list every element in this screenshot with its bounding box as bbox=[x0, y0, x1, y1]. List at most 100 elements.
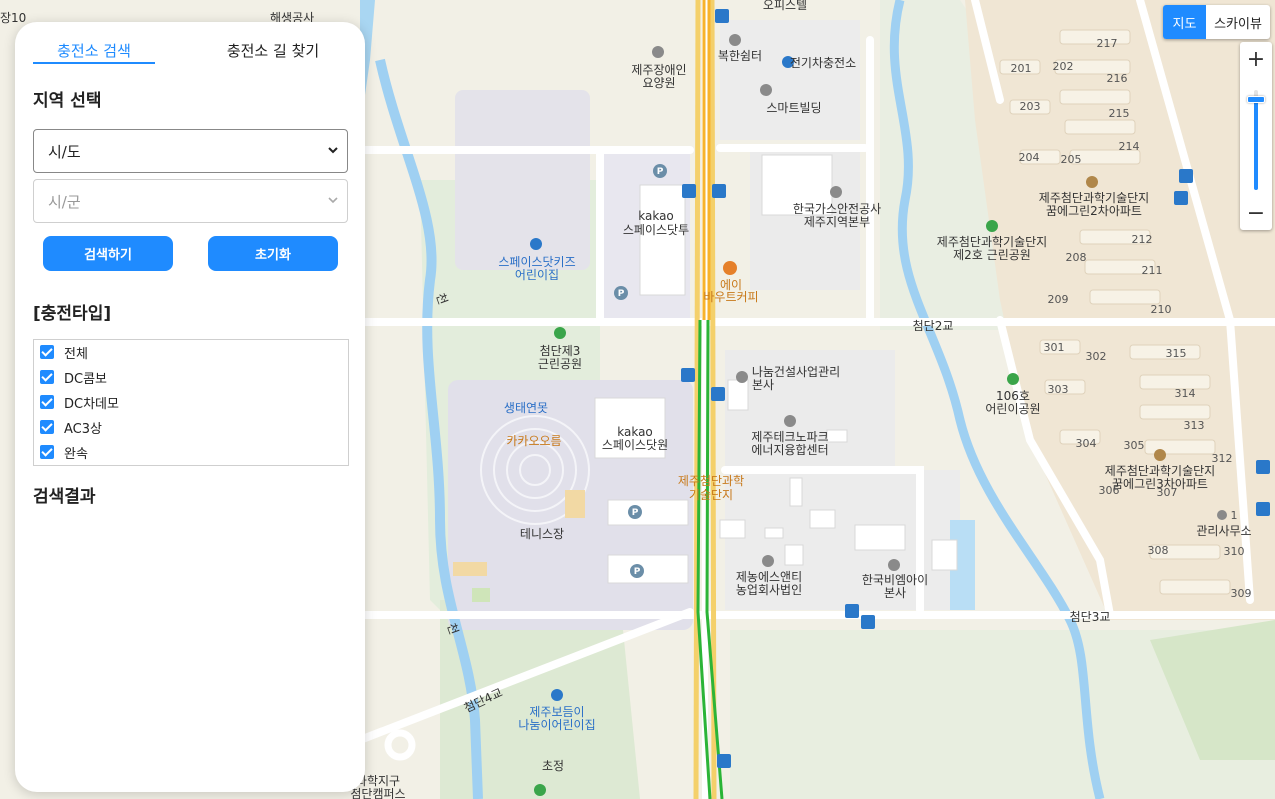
map-label-bridge3: 첨단3교 bbox=[1070, 610, 1111, 624]
checkbox-all[interactable] bbox=[40, 345, 54, 359]
charge-type-title: [충전타입] bbox=[33, 304, 112, 324]
charge-type-label: DC차데모 bbox=[64, 396, 119, 412]
building-303: 303 bbox=[1048, 383, 1069, 396]
map-label-kogas-2: 제주지역본부 bbox=[804, 215, 870, 229]
building-309: 309 bbox=[1231, 587, 1252, 600]
building-212: 212 bbox=[1132, 233, 1153, 246]
building-201: 201 bbox=[1011, 62, 1032, 75]
building-203: 203 bbox=[1020, 100, 1041, 113]
map-label-park106-2: 어린이공원 bbox=[985, 402, 1040, 416]
map-label-kids-2: 어린이집 bbox=[515, 268, 559, 282]
map-label-bodeumi-1: 제주보듬이 bbox=[529, 705, 584, 719]
zoom-slider-track[interactable] bbox=[1254, 90, 1258, 190]
map-label-care-home-2: 요양원 bbox=[642, 76, 675, 90]
building-312: 312 bbox=[1212, 452, 1233, 465]
chevron-down-icon bbox=[328, 197, 338, 204]
building-202: 202 bbox=[1053, 60, 1074, 73]
map-type-skyview-button[interactable]: 스카이뷰 bbox=[1206, 5, 1270, 39]
building-211: 211 bbox=[1142, 264, 1163, 277]
building-208: 208 bbox=[1066, 251, 1087, 264]
map-label-park106-1: 106호 bbox=[996, 389, 1030, 403]
building-313: 313 bbox=[1184, 419, 1205, 432]
city-select-value: 시/군 bbox=[48, 192, 81, 211]
map-label-park3-2: 근린공원 bbox=[538, 357, 582, 371]
building-304: 304 bbox=[1076, 437, 1097, 450]
city-select[interactable]: 시/군 bbox=[33, 179, 348, 223]
province-select[interactable]: 시/도 bbox=[33, 129, 348, 173]
region-title: 지역 선택 bbox=[33, 91, 102, 111]
map-label-nanum-2: 본사 bbox=[752, 378, 774, 392]
building-315: 315 bbox=[1166, 347, 1187, 360]
map-label-top-left: 장10 bbox=[0, 11, 26, 25]
map-label-mgmt-office: 관리사무소 bbox=[1196, 524, 1251, 538]
panel-tabs: 충전소 검색 충전소 길 찾기 bbox=[33, 40, 353, 64]
charge-type-item: AC3상 bbox=[40, 417, 102, 437]
map-label-park2-1: 제주첨단과학기술단지 bbox=[937, 235, 1047, 249]
reset-button[interactable]: 초기화 bbox=[208, 236, 338, 271]
map-label-technopark-1: 제주테크노파크 bbox=[751, 430, 828, 444]
checkbox-slow[interactable] bbox=[40, 445, 54, 459]
building-314: 314 bbox=[1175, 387, 1196, 400]
map-label-bodeumi-2: 나눔이어린이집 bbox=[518, 718, 595, 732]
building-310: 310 bbox=[1224, 545, 1245, 558]
charge-type-label: 전체 bbox=[64, 346, 88, 362]
building-302: 302 bbox=[1086, 350, 1107, 363]
map-label-kogas-1: 한국가스안전공사 bbox=[793, 202, 881, 216]
map-label-office: 오피스텔 bbox=[763, 0, 807, 12]
building-1: 1 bbox=[1231, 509, 1238, 522]
building-308: 308 bbox=[1148, 544, 1169, 557]
search-panel: 충전소 검색 충전소 길 찾기 지역 선택 시/도 시/군 검색하기 초기화 [… bbox=[15, 22, 365, 792]
map-label-cafe-2: 바우트커피 bbox=[703, 290, 758, 304]
results-title: 검색결과 bbox=[33, 487, 96, 507]
province-select-value: 시/도 bbox=[48, 142, 81, 161]
map-label-chojeong: 초정 bbox=[542, 759, 564, 773]
svg-text:P: P bbox=[634, 567, 641, 577]
chevron-down-icon bbox=[328, 147, 338, 154]
map-label-agri-1: 제농에스앤티 bbox=[736, 570, 802, 584]
map-label-complex-1: 제주첨단과학 bbox=[678, 474, 744, 488]
map-label-complex-2: 기술단지 bbox=[689, 488, 733, 502]
map-label-kakao-one-2: 스페이스닷원 bbox=[602, 438, 668, 452]
checkbox-dc-chademo[interactable] bbox=[40, 395, 54, 409]
building-307: 307 bbox=[1157, 486, 1178, 499]
map-label-ecology-pond: 생태연못 bbox=[504, 401, 548, 415]
zoom-slider-handle[interactable] bbox=[1247, 96, 1265, 103]
map-label-care-home-1: 제주장애인 bbox=[631, 63, 686, 77]
building-305: 305 bbox=[1124, 439, 1145, 452]
building-209: 209 bbox=[1048, 293, 1069, 306]
map-label-apt3-1: 제주첨단과학기술단지 bbox=[1105, 464, 1215, 478]
building-204: 204 bbox=[1019, 151, 1040, 164]
zoom-out-button[interactable]: − bbox=[1240, 196, 1272, 230]
svg-text:P: P bbox=[657, 167, 664, 177]
tab-station-search[interactable]: 충전소 검색 bbox=[33, 40, 155, 64]
zoom-in-button[interactable]: + bbox=[1240, 42, 1272, 76]
svg-text:P: P bbox=[618, 289, 625, 299]
checkbox-dc-combo[interactable] bbox=[40, 370, 54, 384]
map-type-map-button[interactable]: 지도 bbox=[1163, 5, 1206, 39]
building-301: 301 bbox=[1044, 341, 1065, 354]
building-217: 217 bbox=[1097, 37, 1118, 50]
map-label-apt2-1: 제주첨단과학기술단지 bbox=[1039, 191, 1149, 205]
building-205: 205 bbox=[1061, 153, 1082, 166]
building-306: 306 bbox=[1099, 484, 1120, 497]
tab-station-route[interactable]: 충전소 길 찾기 bbox=[213, 40, 333, 61]
charge-type-list: 전체 DC콤보 DC차데모 AC3상 완속 bbox=[33, 339, 349, 466]
map-label-park3-1: 첨단제3 bbox=[540, 344, 581, 358]
charge-type-label: 완속 bbox=[64, 446, 88, 462]
map-label-kakao-orum: 카카오오름 bbox=[506, 434, 561, 448]
charge-type-label: DC콤보 bbox=[64, 371, 108, 387]
charge-type-item: DC콤보 bbox=[40, 367, 107, 387]
map-label-kakao-tower-2: 스페이스닷투 bbox=[623, 223, 689, 237]
map-label-nanum-1: 나눔건설사업관리 bbox=[752, 365, 840, 379]
map-label-kakao-one-1: kakao bbox=[617, 425, 653, 439]
charge-type-label: AC3상 bbox=[64, 421, 102, 437]
map-label-hanbit-2: 본사 bbox=[884, 586, 906, 600]
svg-text:P: P bbox=[632, 508, 639, 518]
map-label-hanbit-1: 한국비엠아이 bbox=[862, 573, 928, 587]
search-button[interactable]: 검색하기 bbox=[43, 236, 173, 271]
charge-type-item: 전체 bbox=[40, 342, 88, 362]
map-label-bottom-2: 첨단캠퍼스 bbox=[350, 787, 405, 799]
map-label-apt2-2: 꿈에그린2차아파트 bbox=[1046, 204, 1142, 218]
building-215: 215 bbox=[1109, 107, 1130, 120]
checkbox-ac3[interactable] bbox=[40, 420, 54, 434]
